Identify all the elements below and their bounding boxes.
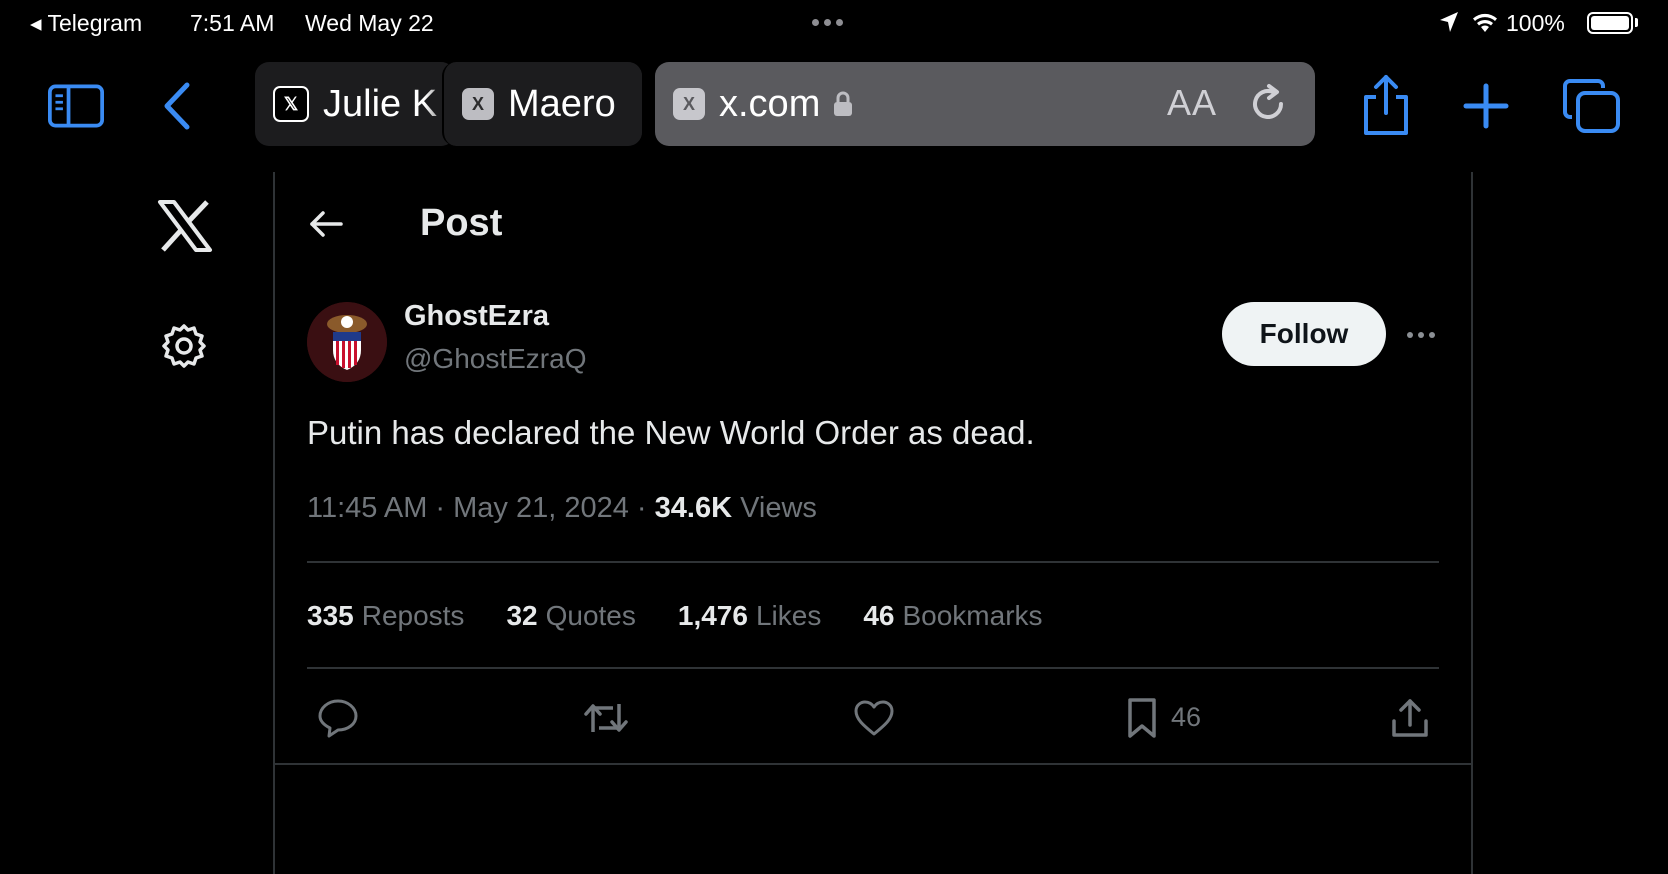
avatar[interactable] xyxy=(307,302,387,382)
divider xyxy=(273,763,1473,765)
bookmark-icon[interactable] xyxy=(1118,694,1166,742)
tab-julie[interactable]: 𝕏 Julie K xyxy=(255,62,455,146)
tab-title: Maero xyxy=(508,82,616,125)
status-time: 7:51 AM xyxy=(190,10,275,36)
stat-likes[interactable]: 1,476 Likes xyxy=(678,600,821,632)
stat-bookmarks[interactable]: 46 Bookmarks xyxy=(863,600,1042,632)
bookmark-count: 46 xyxy=(1171,702,1202,732)
url-text: x.com xyxy=(719,82,821,125)
reload-icon[interactable] xyxy=(1249,82,1289,126)
views-count: 34.6K xyxy=(654,492,733,524)
share-icon[interactable] xyxy=(1358,70,1414,140)
follow-button[interactable]: Follow xyxy=(1222,302,1386,366)
x-logo-icon: 𝕏 xyxy=(273,86,309,122)
status-back-to-telegram[interactable]: ◂ Telegram xyxy=(30,10,142,37)
like-heart-icon[interactable] xyxy=(850,694,898,742)
back-chevron-icon[interactable] xyxy=(148,78,204,134)
column-border-left xyxy=(273,172,275,874)
divider xyxy=(307,667,1439,669)
engagement-stats: 335 Reposts 32 Quotes 1,476 Likes 46 Bookmar… xyxy=(307,600,1043,632)
page-title: Post xyxy=(420,202,503,244)
more-options-icon[interactable] xyxy=(1404,318,1438,352)
author-handle[interactable]: @GhostEzraQ xyxy=(404,343,586,375)
repost-icon[interactable] xyxy=(582,694,630,742)
author-name[interactable]: GhostEzra xyxy=(404,300,549,333)
tab-title: Julie K xyxy=(323,82,438,125)
tab-maero[interactable]: X Maero xyxy=(442,62,642,146)
location-icon xyxy=(1438,10,1460,39)
x-logo-icon: X xyxy=(673,88,705,120)
multitasking-dots[interactable] xyxy=(812,19,843,26)
text-size-button[interactable]: AA xyxy=(1167,82,1217,124)
views-label: Views xyxy=(732,492,817,524)
column-border-right xyxy=(1471,172,1473,874)
share-post-icon[interactable] xyxy=(1386,694,1434,742)
gear-icon[interactable] xyxy=(160,322,208,375)
sidebar-toggle-icon[interactable] xyxy=(48,78,104,134)
address-bar[interactable]: X x.com AA xyxy=(655,62,1315,146)
battery-nub xyxy=(1635,18,1638,27)
back-arrow-icon[interactable] xyxy=(308,206,344,247)
x-logo-icon[interactable] xyxy=(157,200,213,257)
lock-icon xyxy=(834,91,853,116)
tabs-overview-icon[interactable] xyxy=(1560,74,1624,138)
x-logo-icon: X xyxy=(462,88,494,120)
divider xyxy=(307,561,1439,563)
stat-reposts[interactable]: 335 Reposts xyxy=(307,600,464,632)
status-date: Wed May 22 xyxy=(305,10,434,36)
timestamp[interactable]: 11:45 AM · May 21, 2024 · xyxy=(307,492,655,524)
battery-percent: 100% xyxy=(1506,10,1565,36)
stat-quotes[interactable]: 32 Quotes xyxy=(506,600,635,632)
reply-icon[interactable] xyxy=(314,694,362,742)
new-tab-icon[interactable] xyxy=(1458,78,1514,134)
wifi-icon xyxy=(1470,10,1500,39)
tweet-meta: 11:45 AM · May 21, 2024 · 34.6K Views xyxy=(307,492,817,525)
tweet-text: Putin has declared the New World Order a… xyxy=(307,414,1035,451)
battery-icon xyxy=(1587,12,1633,34)
